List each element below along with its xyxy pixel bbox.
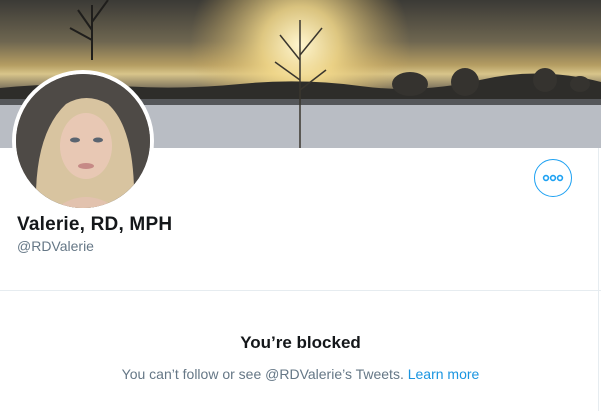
section-divider bbox=[0, 290, 601, 291]
profile-handle: @RDValerie bbox=[17, 238, 94, 254]
more-horizontal-icon bbox=[542, 174, 564, 182]
learn-more-link[interactable]: Learn more bbox=[408, 366, 480, 382]
blocked-message: You can’t follow or see @RDValerie’s Twe… bbox=[121, 366, 404, 382]
blocked-title: You’re blocked bbox=[240, 333, 361, 352]
profile-avatar[interactable] bbox=[12, 70, 154, 212]
avatar-photo bbox=[16, 74, 150, 208]
more-options-button[interactable] bbox=[534, 159, 572, 197]
profile-display-name: Valerie, RD, MPH bbox=[17, 214, 173, 235]
blocked-message-row: You can’t follow or see @RDValerie’s Twe… bbox=[0, 366, 601, 382]
